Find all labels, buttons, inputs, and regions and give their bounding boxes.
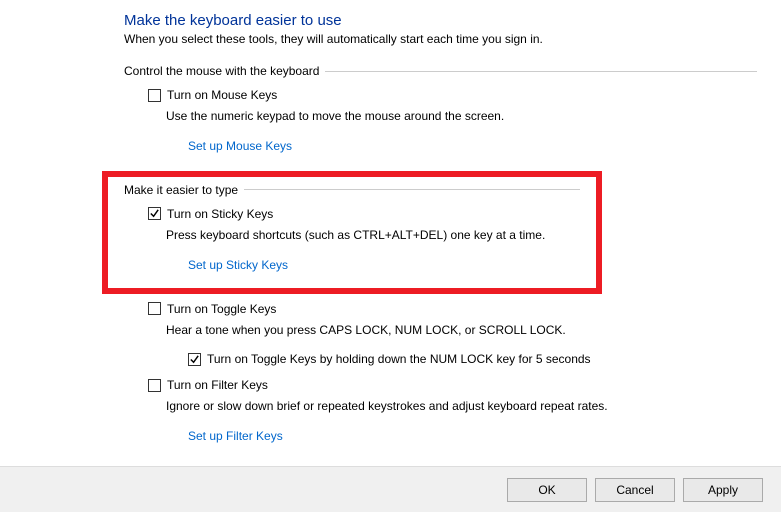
desc-filter-keys: Ignore or slow down brief or repeated ke…	[166, 398, 757, 415]
desc-sticky-keys: Press keyboard shortcuts (such as CTRL+A…	[166, 227, 580, 244]
page-subtitle: When you select these tools, they will a…	[124, 32, 757, 46]
checkbox-toggle-keys[interactable]	[148, 302, 161, 315]
label-filter-keys: Turn on Filter Keys	[167, 378, 268, 392]
divider	[244, 189, 580, 190]
apply-button[interactable]: Apply	[683, 478, 763, 502]
label-toggle-keys: Turn on Toggle Keys	[167, 302, 276, 316]
page-title: Make the keyboard easier to use	[124, 12, 757, 29]
group-control-mouse: Control the mouse with the keyboard Turn…	[124, 64, 757, 159]
group-title-mouse: Control the mouse with the keyboard	[124, 64, 319, 78]
label-mouse-keys: Turn on Mouse Keys	[167, 88, 277, 102]
link-setup-mouse-keys[interactable]: Set up Mouse Keys	[188, 139, 292, 153]
checkbox-filter-keys[interactable]	[148, 379, 161, 392]
ok-button[interactable]: OK	[507, 478, 587, 502]
group-title-type: Make it easier to type	[124, 183, 238, 197]
checkbox-sticky-keys[interactable]	[148, 207, 161, 220]
label-toggle-keys-numlock: Turn on Toggle Keys by holding down the …	[207, 352, 591, 366]
checkbox-mouse-keys[interactable]	[148, 89, 161, 102]
checkbox-toggle-keys-numlock[interactable]	[188, 353, 201, 366]
highlight-sticky-keys: Make it easier to type Turn on Sticky Ke…	[102, 171, 602, 294]
desc-mouse-keys: Use the numeric keypad to move the mouse…	[166, 108, 757, 125]
desc-toggle-keys: Hear a tone when you press CAPS LOCK, NU…	[166, 322, 757, 339]
button-bar: OK Cancel Apply	[0, 466, 781, 512]
label-sticky-keys: Turn on Sticky Keys	[167, 207, 273, 221]
link-setup-filter-keys[interactable]: Set up Filter Keys	[188, 429, 283, 443]
link-setup-sticky-keys[interactable]: Set up Sticky Keys	[188, 258, 288, 272]
cancel-button[interactable]: Cancel	[595, 478, 675, 502]
divider	[325, 71, 757, 72]
